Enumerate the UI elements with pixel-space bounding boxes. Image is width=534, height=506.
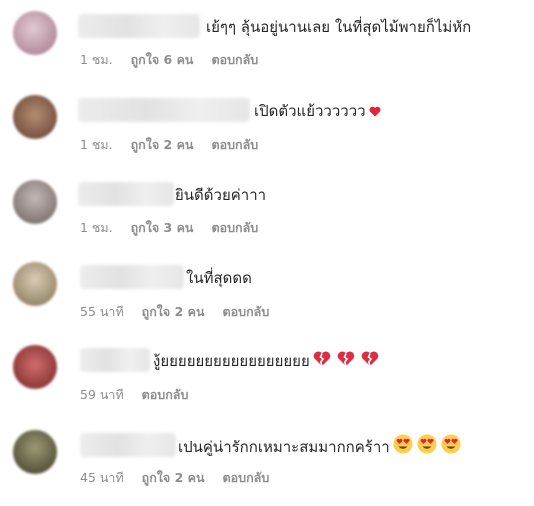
username-blurred[interactable] [80, 265, 184, 289]
username-blurred[interactable] [78, 182, 174, 206]
avatar[interactable] [13, 345, 57, 389]
like-count[interactable]: ถูกใจ 2 คน [142, 470, 205, 485]
reply-button[interactable]: ตอบกลับ [223, 470, 270, 485]
comment-meta: 55 นาที ถูกใจ 2 คน ตอบกลับ [80, 302, 283, 322]
comment-text-content: เปิดตัวแย้วววววว [254, 102, 366, 120]
comment-meta: 59 นาที ตอบกลับ [80, 385, 202, 405]
username-blurred[interactable] [78, 98, 250, 122]
username-blurred[interactable] [80, 348, 150, 372]
avatar[interactable] [13, 11, 57, 55]
red-heart-icon [369, 100, 381, 124]
comment-text: ในที่สุดดด [186, 269, 252, 287]
comment-text: เปนคู่น่ารักกเหมาะสมมากกคร้าา [178, 434, 461, 461]
like-count[interactable]: ถูกใจ 2 คน [131, 137, 194, 152]
heart-eyes-icon [441, 434, 461, 461]
reply-button[interactable]: ตอบกลับ [142, 387, 189, 402]
avatar[interactable] [13, 95, 57, 139]
username-blurred[interactable] [80, 433, 176, 457]
broken-heart-icon [361, 350, 379, 374]
comment-meta: 1 ชม. ถูกใจ 6 คน ตอบกลับ [80, 50, 272, 70]
timestamp[interactable]: 55 นาที [80, 304, 124, 319]
timestamp[interactable]: 1 ชม. [80, 137, 113, 152]
timestamp[interactable]: 1 ชม. [80, 52, 113, 67]
comment-text-content: เปนคู่น่ารักกเหมาะสมมากกคร้าา [178, 438, 390, 456]
like-count[interactable]: ถูกใจ 2 คน [142, 304, 205, 319]
username-blurred[interactable] [78, 14, 200, 38]
like-count[interactable]: ถูกใจ 6 คน [131, 52, 194, 67]
reply-button[interactable]: ตอบกลับ [211, 137, 258, 152]
comment-text: เย้ๆๆ ลุ้นอยู่นานเลย ในที่สุดไม้พายก็ไม่… [206, 18, 472, 36]
reply-button[interactable]: ตอบกลับ [211, 52, 258, 67]
broken-heart-icon [337, 350, 355, 374]
avatar[interactable] [13, 262, 57, 306]
comment-text: เปิดตัวแย้วววววว [254, 99, 381, 124]
comment-text: งู้ยยยยยยยยยยยยยยยยย [153, 349, 379, 374]
comment-meta: 45 นาที ถูกใจ 2 คน ตอบกลับ [80, 468, 283, 488]
reply-button[interactable]: ตอบกลับ [223, 304, 270, 319]
comment-text-content: งู้ยยยยยยยยยยยยยยยยย [153, 352, 310, 370]
timestamp[interactable]: 45 นาที [80, 470, 124, 485]
comment-meta: 1 ชม. ถูกใจ 3 คน ตอบกลับ [80, 218, 272, 238]
heart-eyes-icon [393, 434, 413, 461]
comment-meta: 1 ชม. ถูกใจ 2 คน ตอบกลับ [80, 135, 272, 155]
reply-button[interactable]: ตอบกลับ [211, 220, 258, 235]
comment-text: ยินดีด้วยค่าาา [175, 186, 267, 204]
timestamp[interactable]: 1 ชม. [80, 220, 113, 235]
timestamp[interactable]: 59 นาที [80, 387, 124, 402]
heart-eyes-icon [417, 434, 437, 461]
avatar[interactable] [13, 180, 57, 224]
avatar[interactable] [13, 430, 57, 474]
broken-heart-icon [313, 350, 331, 374]
like-count[interactable]: ถูกใจ 3 คน [131, 220, 194, 235]
